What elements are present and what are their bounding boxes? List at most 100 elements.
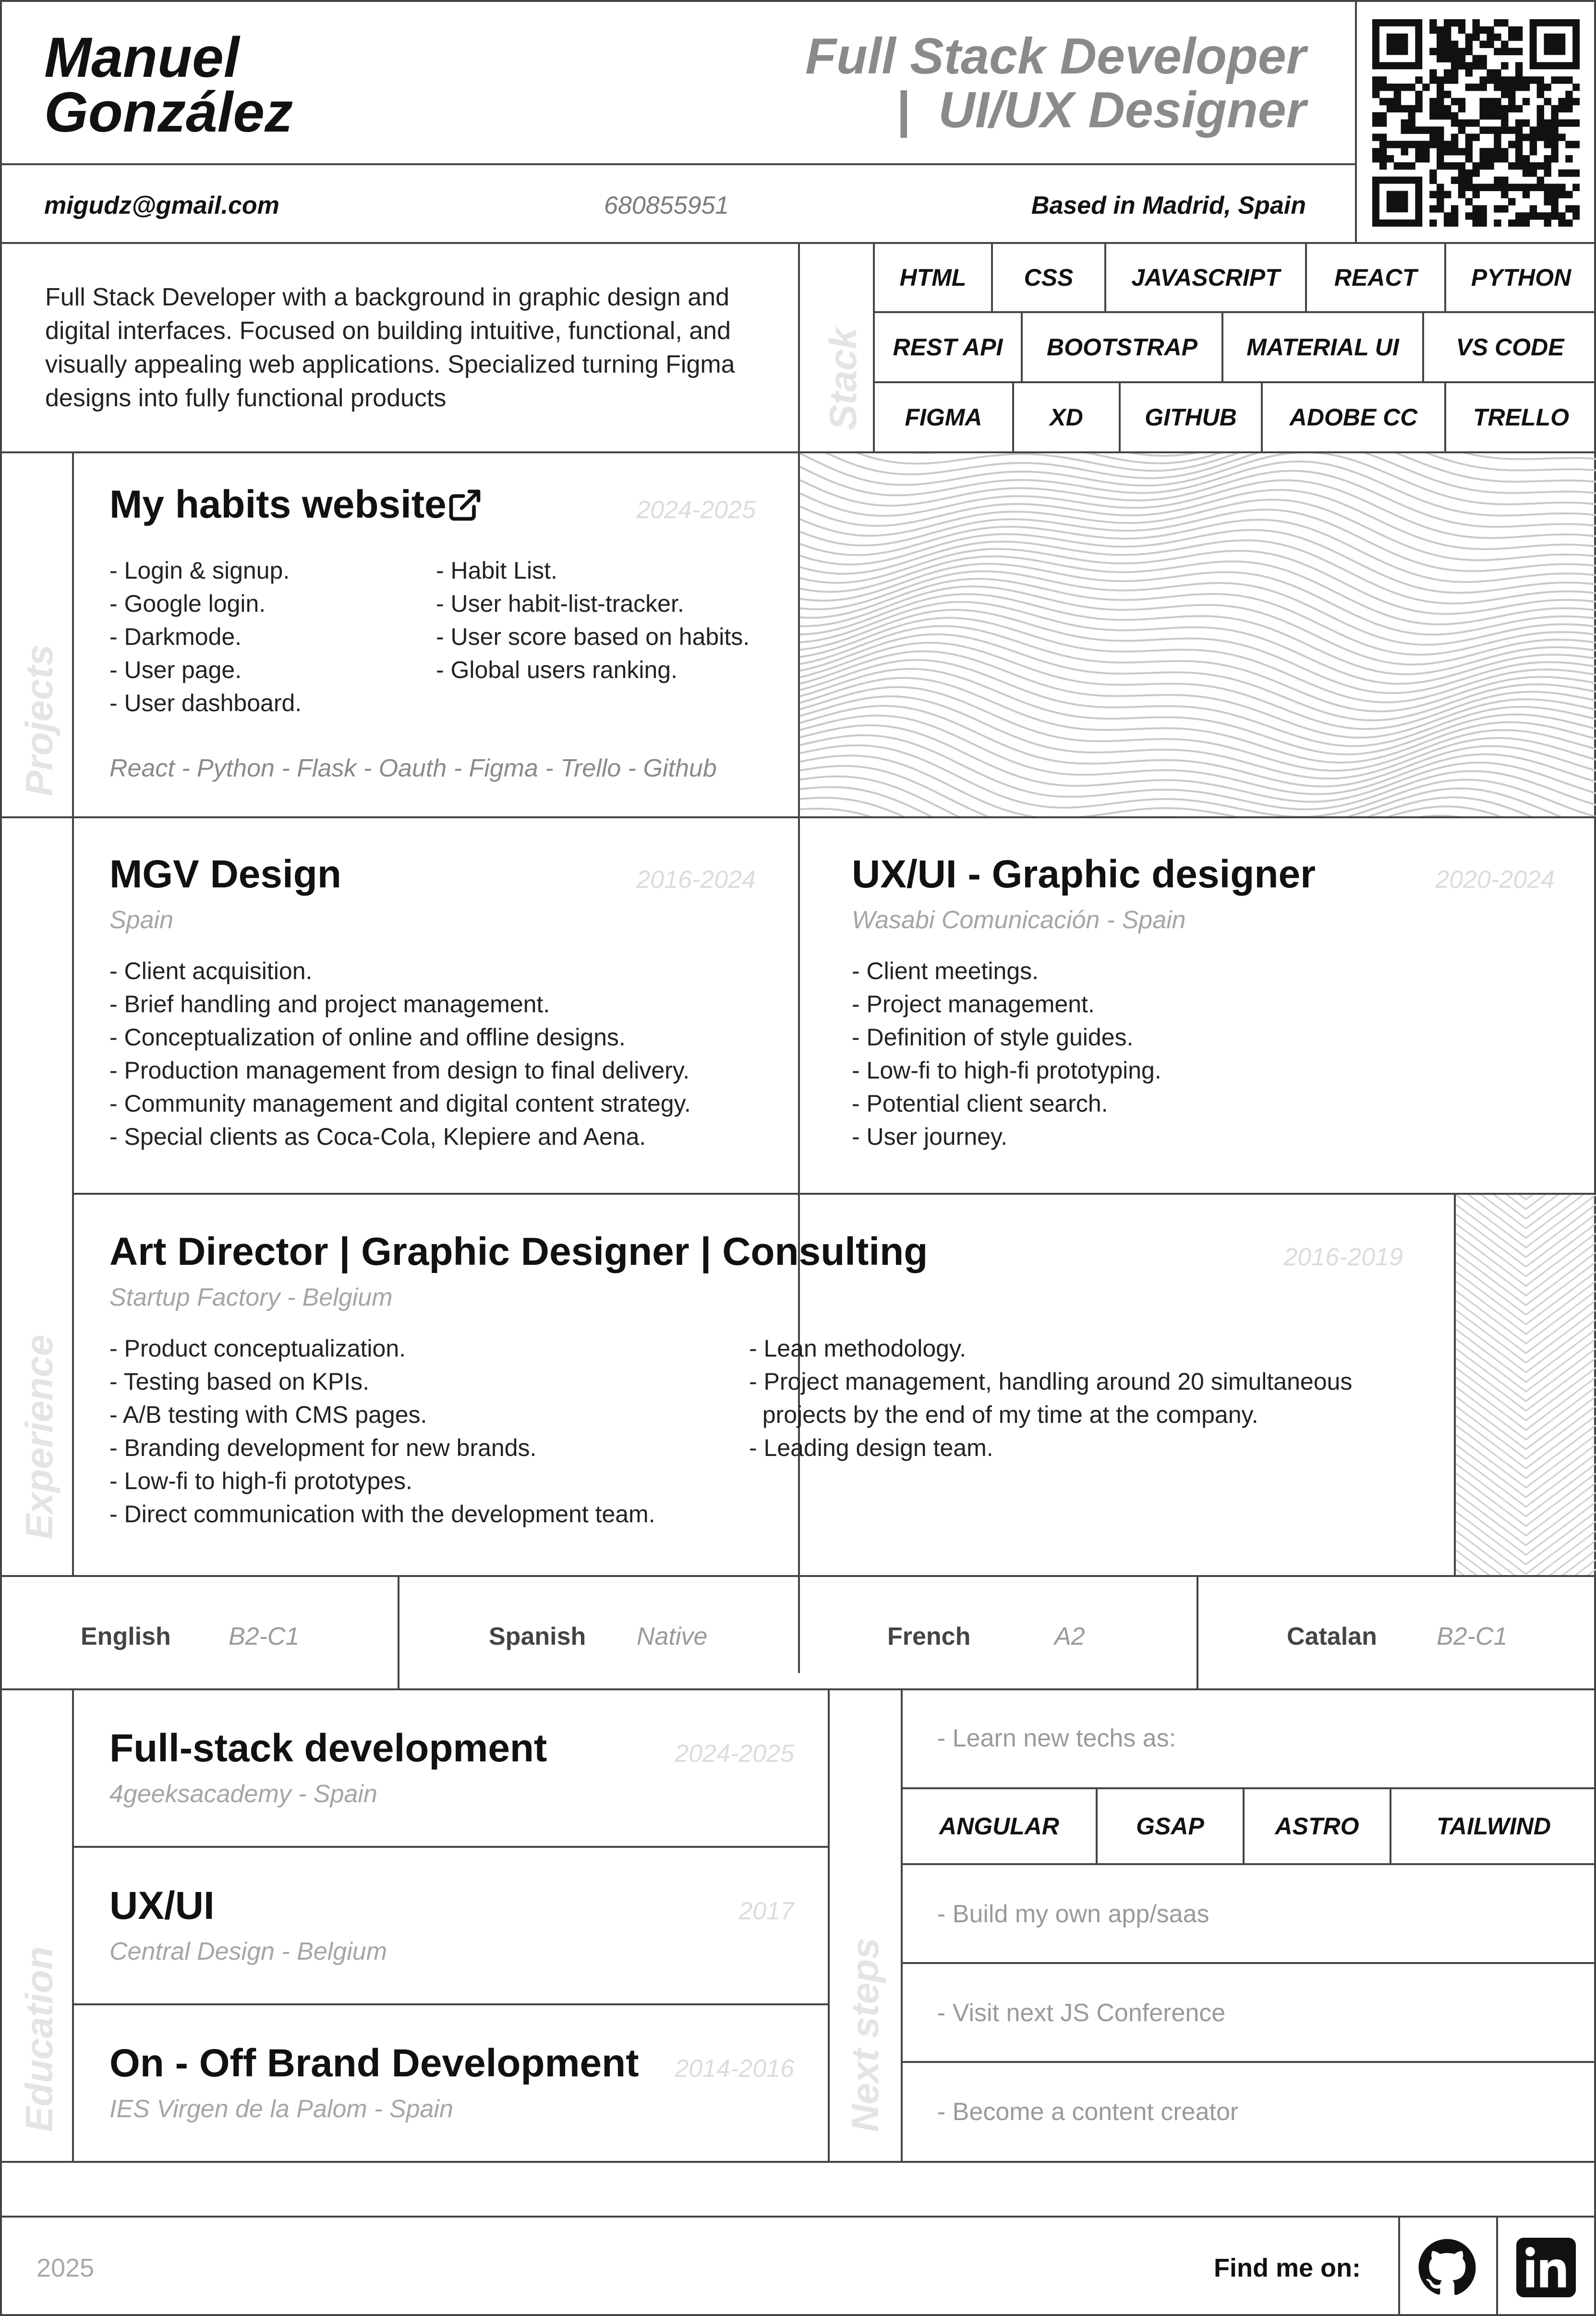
qr-module bbox=[1487, 183, 1494, 192]
qr-module bbox=[1429, 126, 1437, 134]
qr-module bbox=[1565, 169, 1573, 177]
qr-module bbox=[1515, 212, 1523, 220]
qr-module bbox=[1437, 112, 1444, 120]
job-title: UX/UI - Graphic designer bbox=[852, 852, 1316, 896]
qr-module bbox=[1422, 148, 1430, 156]
qr-module bbox=[1501, 119, 1509, 127]
qr-module bbox=[1465, 133, 1473, 141]
qr-module bbox=[1565, 155, 1573, 163]
qr-module bbox=[1536, 176, 1545, 184]
qr-module bbox=[1458, 55, 1466, 62]
qr-module bbox=[1408, 84, 1415, 91]
qr-module bbox=[1558, 183, 1566, 192]
qr-module bbox=[1565, 76, 1573, 84]
qr-module bbox=[1494, 148, 1501, 156]
wave-line bbox=[800, 585, 1596, 666]
next-step-item: - Visit next JS Conference bbox=[937, 1999, 1226, 2027]
list-item: - Leading design team. bbox=[749, 1434, 993, 1461]
wave-line bbox=[800, 642, 1596, 730]
qr-module bbox=[1429, 169, 1437, 177]
linkedin-icon[interactable] bbox=[1516, 2238, 1576, 2297]
list-item: - Product conceptualization. bbox=[109, 1335, 406, 1362]
qr-module bbox=[1565, 119, 1573, 127]
next-tech-item: ASTRO bbox=[1275, 1813, 1359, 1840]
summary-line: digital interfaces. Focused on building … bbox=[45, 317, 731, 345]
education-location: Central Design - Belgium bbox=[109, 1938, 387, 1965]
qr-module bbox=[1515, 183, 1523, 192]
qr-module bbox=[1565, 219, 1573, 227]
qr-module bbox=[1379, 141, 1387, 148]
divider bbox=[828, 1688, 830, 2161]
qr-module bbox=[1451, 148, 1459, 156]
qr-module bbox=[1458, 105, 1466, 113]
qr-module bbox=[1437, 126, 1444, 134]
qr-module bbox=[1386, 141, 1394, 148]
list-item: - User dashboard. bbox=[109, 690, 302, 716]
qr-module bbox=[1572, 84, 1580, 91]
qr-module bbox=[1536, 183, 1545, 192]
github-icon[interactable] bbox=[1417, 2238, 1477, 2297]
qr-module bbox=[1494, 76, 1501, 84]
qr-module bbox=[1429, 48, 1437, 55]
project-features-col2: - Habit List. - User habit-list-tracker.… bbox=[436, 554, 750, 687]
project-date: 2024-2025 bbox=[636, 496, 756, 524]
qr-module bbox=[1522, 119, 1530, 127]
qr-module bbox=[1437, 76, 1444, 84]
email-link[interactable]: migudz@gmail.com bbox=[44, 191, 279, 220]
project-tech-stack: React - Python - Flask - Oauth - Figma -… bbox=[109, 754, 717, 782]
qr-module bbox=[1393, 90, 1402, 98]
qr-module bbox=[1479, 105, 1487, 113]
qr-module bbox=[1487, 155, 1494, 163]
qr-module bbox=[1372, 112, 1380, 120]
qr-module bbox=[1429, 76, 1437, 84]
qr-module bbox=[1508, 26, 1516, 34]
qr-module bbox=[1458, 19, 1466, 27]
qr-module bbox=[1437, 33, 1444, 41]
qr-module bbox=[1472, 26, 1480, 34]
qr-module bbox=[1437, 162, 1444, 170]
qr-module bbox=[1451, 205, 1459, 213]
section-label-next-steps: Next steps bbox=[844, 1938, 886, 2132]
chevron-line bbox=[1467, 1195, 1584, 1239]
project-features-col1: - Login & signup. - Google login. - Dark… bbox=[109, 554, 302, 720]
qr-module bbox=[1515, 119, 1523, 127]
qr-module bbox=[1508, 198, 1516, 206]
qr-module bbox=[1501, 105, 1509, 113]
qr-module bbox=[1443, 141, 1451, 148]
role-title: Full Stack Developer bbox=[805, 28, 1306, 85]
qr-module bbox=[1544, 84, 1551, 91]
qr-module bbox=[1501, 84, 1509, 91]
external-link-icon[interactable] bbox=[447, 487, 483, 523]
qr-module bbox=[1551, 119, 1559, 127]
qr-module bbox=[1501, 148, 1509, 156]
qr-module bbox=[1458, 183, 1466, 192]
qr-module bbox=[1437, 97, 1444, 106]
divider bbox=[1355, 0, 1357, 242]
qr-module bbox=[1408, 112, 1415, 120]
qr-module bbox=[1379, 112, 1387, 120]
qr-module bbox=[1443, 105, 1451, 113]
qr-module bbox=[1501, 90, 1509, 98]
qr-module bbox=[1429, 19, 1437, 27]
qr-module bbox=[1443, 112, 1451, 120]
qr-module bbox=[1479, 84, 1487, 91]
qr-module bbox=[1437, 26, 1444, 34]
language-name: English bbox=[81, 1623, 171, 1650]
phone-number[interactable]: 680855951 bbox=[604, 191, 729, 220]
qr-module bbox=[1415, 76, 1423, 84]
qr-module bbox=[1479, 155, 1487, 163]
location: Based in Madrid, Spain bbox=[1031, 192, 1306, 219]
qr-module bbox=[1429, 141, 1437, 148]
qr-module bbox=[1529, 162, 1537, 170]
job-title: MGV Design bbox=[109, 852, 341, 896]
qr-module bbox=[1458, 162, 1466, 170]
qr-module bbox=[1544, 126, 1551, 134]
divider bbox=[901, 1863, 1596, 1865]
divider bbox=[1398, 2216, 1400, 2316]
qr-module bbox=[1479, 97, 1487, 106]
qr-module bbox=[1451, 112, 1459, 120]
qr-module bbox=[1494, 112, 1501, 120]
qr-module bbox=[1544, 219, 1551, 227]
qr-module bbox=[1501, 76, 1509, 84]
list-item: - User journey. bbox=[852, 1123, 1008, 1150]
